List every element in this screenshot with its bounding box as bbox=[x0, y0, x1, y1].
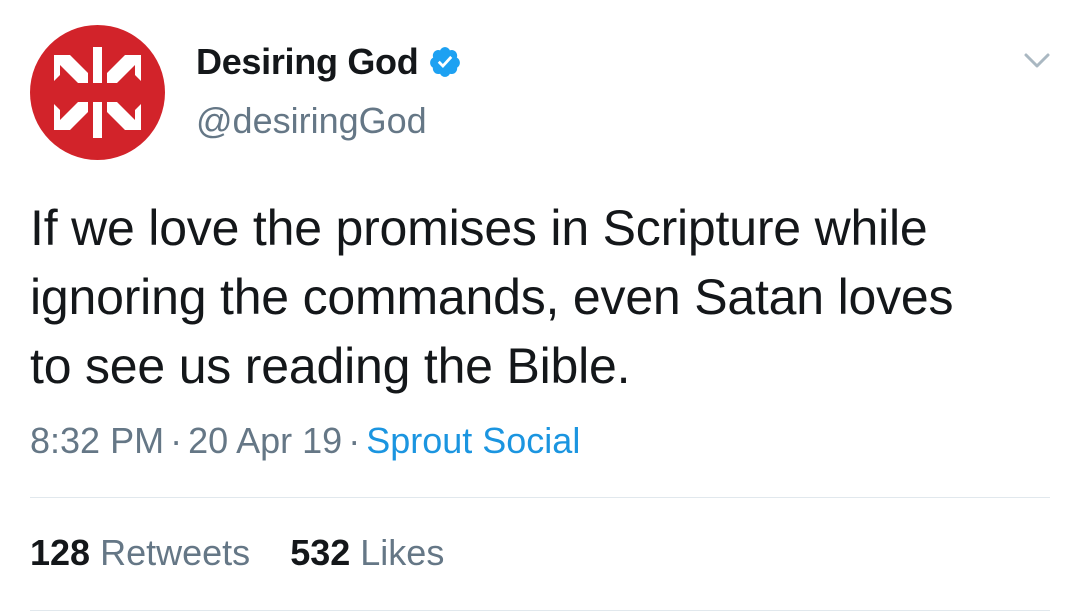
divider bbox=[30, 497, 1050, 498]
tweet-text-line: If we love the promises in Scripture whi… bbox=[30, 200, 928, 256]
retweets-count: 128 bbox=[30, 532, 91, 573]
display-name[interactable]: Desiring God bbox=[196, 41, 419, 83]
tweet-time[interactable]: 8:32 PM bbox=[30, 420, 164, 461]
meta-separator: · bbox=[348, 420, 361, 461]
tweet-stats: 128 Retweets 532 Likes bbox=[30, 532, 474, 574]
tweet-text-line: ignoring the commands, even Satan loves bbox=[30, 269, 954, 325]
tweet-date[interactable]: 20 Apr 19 bbox=[188, 420, 342, 461]
likes-count: 532 bbox=[290, 532, 351, 573]
meta-separator: · bbox=[170, 420, 183, 461]
tweet-source-link[interactable]: Sprout Social bbox=[366, 420, 580, 461]
handle[interactable]: @desiringGod bbox=[196, 100, 427, 142]
tweet-meta: 8:32 PM · 20 Apr 19 · Sprout Social bbox=[30, 420, 580, 462]
chevron-down-icon[interactable] bbox=[1022, 48, 1052, 74]
desiring-god-logo-icon bbox=[54, 47, 141, 138]
tweet-text: If we love the promises in Scripture whi… bbox=[30, 194, 1060, 401]
tweet-text-line: to see us reading the Bible. bbox=[30, 338, 631, 394]
verified-badge-icon bbox=[430, 47, 461, 77]
retweets-label: Retweets bbox=[100, 532, 251, 573]
likes-stat[interactable]: 532 Likes bbox=[290, 532, 444, 574]
divider bbox=[30, 610, 1050, 611]
likes-label: Likes bbox=[360, 532, 445, 573]
avatar[interactable] bbox=[30, 25, 165, 160]
name-row: Desiring God bbox=[196, 38, 462, 86]
retweets-stat[interactable]: 128 Retweets bbox=[30, 532, 250, 574]
tweet-card: Desiring God @desiringGod If we love the… bbox=[0, 0, 1080, 615]
